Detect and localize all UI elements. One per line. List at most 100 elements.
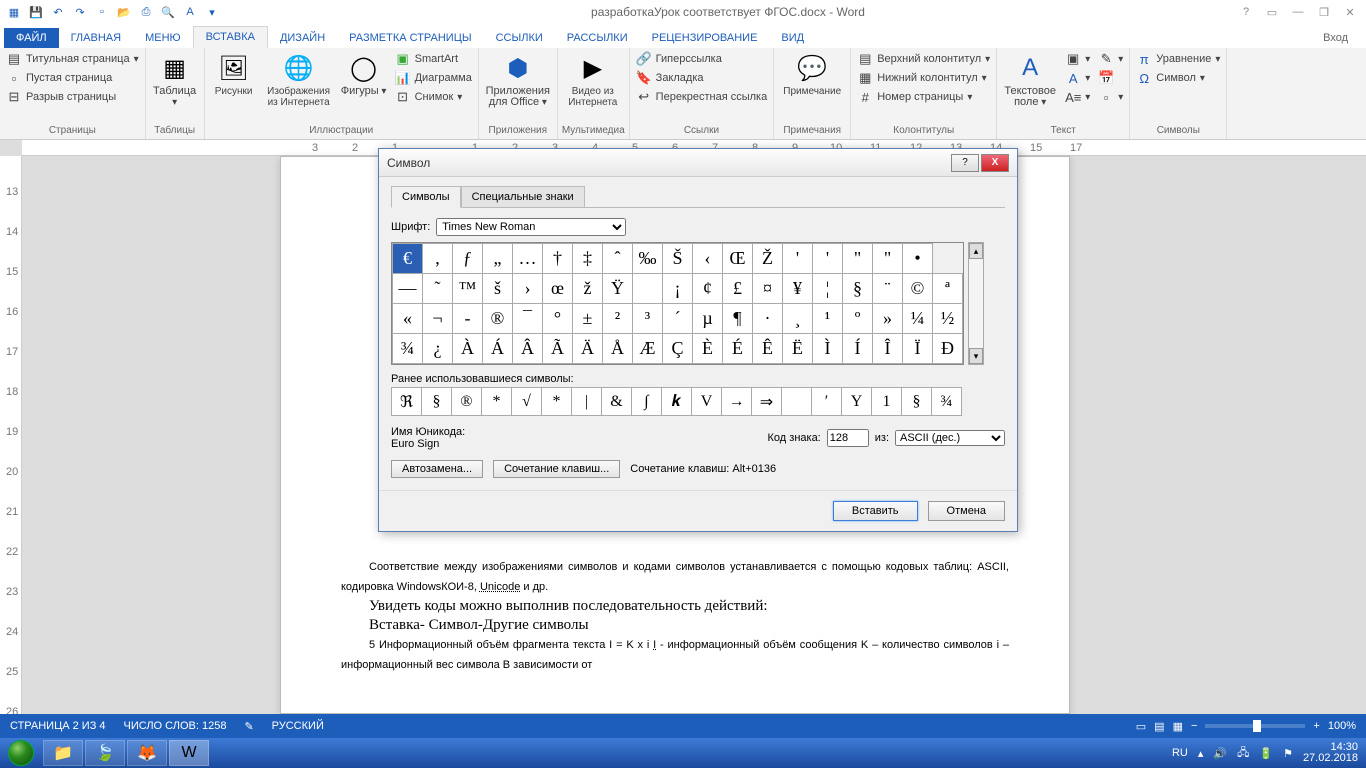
recent-symbol-cell[interactable]: * (482, 388, 512, 416)
font-select[interactable]: Times New Roman (436, 218, 626, 236)
recent-symbol-cell[interactable]: → (722, 388, 752, 416)
symbol-cell[interactable]: ½ (933, 304, 963, 334)
recent-symbol-cell[interactable]: 𝒌 (662, 388, 692, 416)
firefox-taskbtn[interactable]: 🦊 (127, 740, 167, 766)
tab-design[interactable]: ДИЗАЙН (268, 28, 337, 48)
recent-symbol-cell[interactable]: § (422, 388, 452, 416)
tab-file[interactable]: ФАЙЛ (4, 28, 59, 48)
symbol-cell[interactable]: œ (543, 274, 573, 304)
comment-button[interactable]: 💬Примечание (778, 50, 846, 99)
cover-page-button[interactable]: ▤Титульная страница ▾ (4, 50, 141, 68)
tab-symbols[interactable]: Символы (391, 186, 461, 208)
symbol-cell[interactable]: ¼ (903, 304, 933, 334)
symbol-cell[interactable]: ¢ (693, 274, 723, 304)
symbol-cell[interactable]: ˜ (423, 274, 453, 304)
symbol-cell[interactable]: Ž (753, 244, 783, 274)
recent-symbol-cell[interactable]: ′ (812, 388, 842, 416)
symbol-cell[interactable]: Ê (753, 334, 783, 364)
from-select[interactable]: ASCII (дес.) (895, 430, 1005, 446)
symbol-cell[interactable]: ® (483, 304, 513, 334)
symbol-cell[interactable]: È (693, 334, 723, 364)
recent-symbol-cell[interactable]: V (692, 388, 722, 416)
close-icon[interactable]: ✕ (1338, 2, 1362, 22)
bookmark-button[interactable]: 🔖Закладка (634, 69, 770, 87)
signature-button[interactable]: ✎▾ (1096, 50, 1125, 68)
symbol-cell[interactable]: ¹ (813, 304, 843, 334)
recent-symbol-cell[interactable]: & (602, 388, 632, 416)
tab-review[interactable]: РЕЦЕНЗИРОВАНИЕ (640, 28, 770, 48)
word-taskbtn[interactable]: W (169, 740, 209, 766)
tab-mailings[interactable]: РАССЫЛКИ (555, 28, 640, 48)
tab-layout[interactable]: РАЗМЕТКА СТРАНИЦЫ (337, 28, 483, 48)
blank-page-button[interactable]: ▫Пустая страница (4, 69, 141, 87)
symbol-cell[interactable]: … (513, 244, 543, 274)
textbox-button[interactable]: AТекстовое поле ▾ (1001, 50, 1059, 110)
tab-insert[interactable]: ВСТАВКА (193, 26, 268, 48)
read-mode-icon[interactable]: ▭ (1136, 720, 1146, 733)
symbol-cell[interactable]: § (843, 274, 873, 304)
tray-flag-icon[interactable]: ⚑ (1283, 747, 1293, 760)
symbol-cell[interactable]: , (423, 244, 453, 274)
online-pictures-button[interactable]: 🌐Изображения из Интернета (263, 50, 335, 110)
symbol-cell[interactable]: Î (873, 334, 903, 364)
symbol-cell[interactable]: ¤ (753, 274, 783, 304)
symbol-cell[interactable]: ‹ (693, 244, 723, 274)
symbol-cell[interactable]: ‡ (573, 244, 603, 274)
symbol-cell[interactable]: ¬ (423, 304, 453, 334)
recent-symbol-cell[interactable]: ℜ (392, 388, 422, 416)
symbol-cell[interactable] (633, 274, 663, 304)
symbol-cell[interactable]: ¸ (783, 304, 813, 334)
symbol-cell[interactable]: ƒ (453, 244, 483, 274)
print-layout-icon[interactable]: ▤ (1154, 720, 1164, 733)
datetime-button[interactable]: 📅 (1096, 69, 1125, 87)
recent-symbol-cell[interactable]: ∫ (632, 388, 662, 416)
symbol-cell[interactable]: " (843, 244, 873, 274)
symbol-cell[interactable]: € (393, 244, 423, 274)
symbol-cell[interactable]: • (903, 244, 933, 274)
help-icon[interactable]: ? (1234, 2, 1258, 22)
grid-scrollbar[interactable]: ▴ ▾ (968, 242, 984, 365)
symbol-cell[interactable]: ˆ (603, 244, 633, 274)
symbol-cell[interactable]: ' (813, 244, 843, 274)
redo-icon[interactable]: ↷ (70, 2, 90, 22)
tab-menu[interactable]: Меню (133, 28, 193, 48)
symbol-cell[interactable]: ' (783, 244, 813, 274)
tray-network-icon[interactable]: 🖧 (1237, 744, 1249, 763)
dropcap-button[interactable]: A≡▾ (1063, 88, 1092, 106)
symbol-cell[interactable]: ± (573, 304, 603, 334)
header-button[interactable]: ▤Верхний колонтитул ▾ (855, 50, 992, 68)
recent-symbol-cell[interactable]: ⇒ (752, 388, 782, 416)
recent-symbols[interactable]: ℜ§®*√*|&∫𝒌V→⇒ ′Υ1§¾ (391, 387, 962, 416)
symbol-cell[interactable]: Å (603, 334, 633, 364)
symbol-cell[interactable]: Ä (573, 334, 603, 364)
zoom-slider[interactable] (1205, 724, 1305, 728)
autocorrect-button[interactable]: Автозамена... (391, 460, 483, 478)
recent-symbol-cell[interactable]: § (902, 388, 932, 416)
symbol-cell[interactable]: Š (663, 244, 693, 274)
dialog-help-icon[interactable]: ? (951, 154, 979, 172)
quickprint-icon[interactable]: ⎙ (136, 2, 156, 22)
tab-special-chars[interactable]: Специальные знаки (461, 186, 585, 208)
ribbon-opts-icon[interactable]: ▭ (1260, 2, 1284, 22)
symbol-cell[interactable]: £ (723, 274, 753, 304)
symbol-cell[interactable]: Œ (723, 244, 753, 274)
screenshot-button[interactable]: ⊡Снимок ▾ (393, 88, 474, 106)
symbol-cell[interactable]: À (453, 334, 483, 364)
table-button[interactable]: ▦Таблица ▾ (150, 50, 200, 110)
symbol-cell[interactable]: ™ (453, 274, 483, 304)
symbol-cell[interactable]: É (723, 334, 753, 364)
symbol-cell[interactable]: Ë (783, 334, 813, 364)
footer-button[interactable]: ▦Нижний колонтитул ▾ (855, 69, 992, 87)
symbol-cell[interactable]: — (393, 274, 423, 304)
symbol-cell[interactable]: µ (693, 304, 723, 334)
symbol-cell[interactable]: Ã (543, 334, 573, 364)
symbol-cell[interactable]: ž (573, 274, 603, 304)
symbol-cell[interactable]: ³ (633, 304, 663, 334)
page-status[interactable]: СТРАНИЦА 2 ИЗ 4 (10, 720, 106, 732)
symbol-cell[interactable]: Í (843, 334, 873, 364)
recent-symbol-cell[interactable]: ® (452, 388, 482, 416)
tab-references[interactable]: ССЫЛКИ (484, 28, 555, 48)
symbol-cell[interactable]: „ (483, 244, 513, 274)
tray-battery-icon[interactable]: 🔋 (1259, 747, 1273, 760)
smartart-button[interactable]: ▣SmartArt (393, 50, 474, 68)
